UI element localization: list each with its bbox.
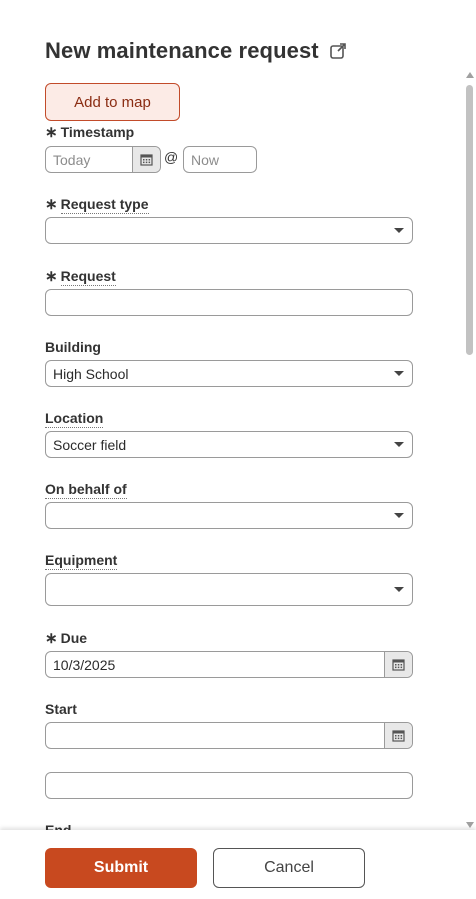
submit-button[interactable]: Submit [45, 848, 197, 888]
chevron-down-icon [394, 587, 404, 592]
chevron-down-icon [394, 371, 404, 376]
chevron-down-icon [394, 228, 404, 233]
due-calendar-button[interactable] [384, 652, 412, 677]
scrollbar-thumb[interactable] [466, 85, 473, 355]
add-to-map-button[interactable]: Add to map [45, 83, 180, 121]
page-title: New maintenance request [45, 38, 319, 63]
form-scroll-area[interactable]: New maintenance request Add to map ∗ Time… [0, 0, 476, 830]
due-date-field[interactable]: 10/3/2025 [45, 651, 413, 678]
equipment-label: Equipment [45, 552, 118, 570]
location-label: Location [45, 410, 104, 428]
location-select[interactable]: Soccer field [45, 431, 413, 458]
chevron-down-icon [394, 442, 404, 447]
chevron-down-icon [394, 513, 404, 518]
form-footer: Submit Cancel [0, 830, 476, 899]
timestamp-label: ∗ Timestamp [45, 124, 135, 141]
calendar-icon [392, 659, 405, 671]
due-date-value: 10/3/2025 [53, 656, 116, 673]
building-select[interactable]: High School [45, 360, 413, 387]
calendar-icon [392, 730, 405, 742]
at-separator: @ [164, 149, 179, 165]
start-label: Start [45, 701, 77, 717]
request-type-label: ∗ Request type [45, 196, 149, 214]
timestamp-date-placeholder: Today [53, 151, 91, 168]
building-label: Building [45, 339, 101, 355]
scroll-up-arrow-icon[interactable] [466, 72, 474, 78]
start-calendar-button[interactable] [384, 723, 412, 748]
start-time-field[interactable] [45, 772, 413, 799]
request-input[interactable] [45, 289, 413, 316]
timestamp-time-field[interactable]: Now [183, 146, 257, 173]
timestamp-time-placeholder: Now [191, 151, 220, 168]
timestamp-calendar-button[interactable] [132, 147, 160, 172]
on-behalf-of-label: On behalf of [45, 481, 127, 499]
start-date-field[interactable] [45, 722, 413, 749]
equipment-select[interactable] [45, 573, 413, 606]
due-label: ∗ Due [45, 630, 88, 647]
calendar-icon [140, 154, 153, 166]
on-behalf-of-select[interactable] [45, 502, 413, 529]
location-value: Soccer field [53, 436, 127, 453]
timestamp-date-field[interactable]: Today [45, 146, 161, 173]
scroll-down-arrow-icon[interactable] [466, 822, 474, 828]
building-value: High School [53, 365, 129, 382]
request-label: ∗ Request [45, 268, 116, 286]
required-marker: ∗ [45, 124, 58, 141]
cancel-button[interactable]: Cancel [213, 848, 365, 888]
external-link-icon[interactable] [329, 42, 347, 60]
end-label: End [45, 822, 72, 830]
request-type-select[interactable] [45, 217, 413, 244]
header: New maintenance request [45, 38, 347, 64]
